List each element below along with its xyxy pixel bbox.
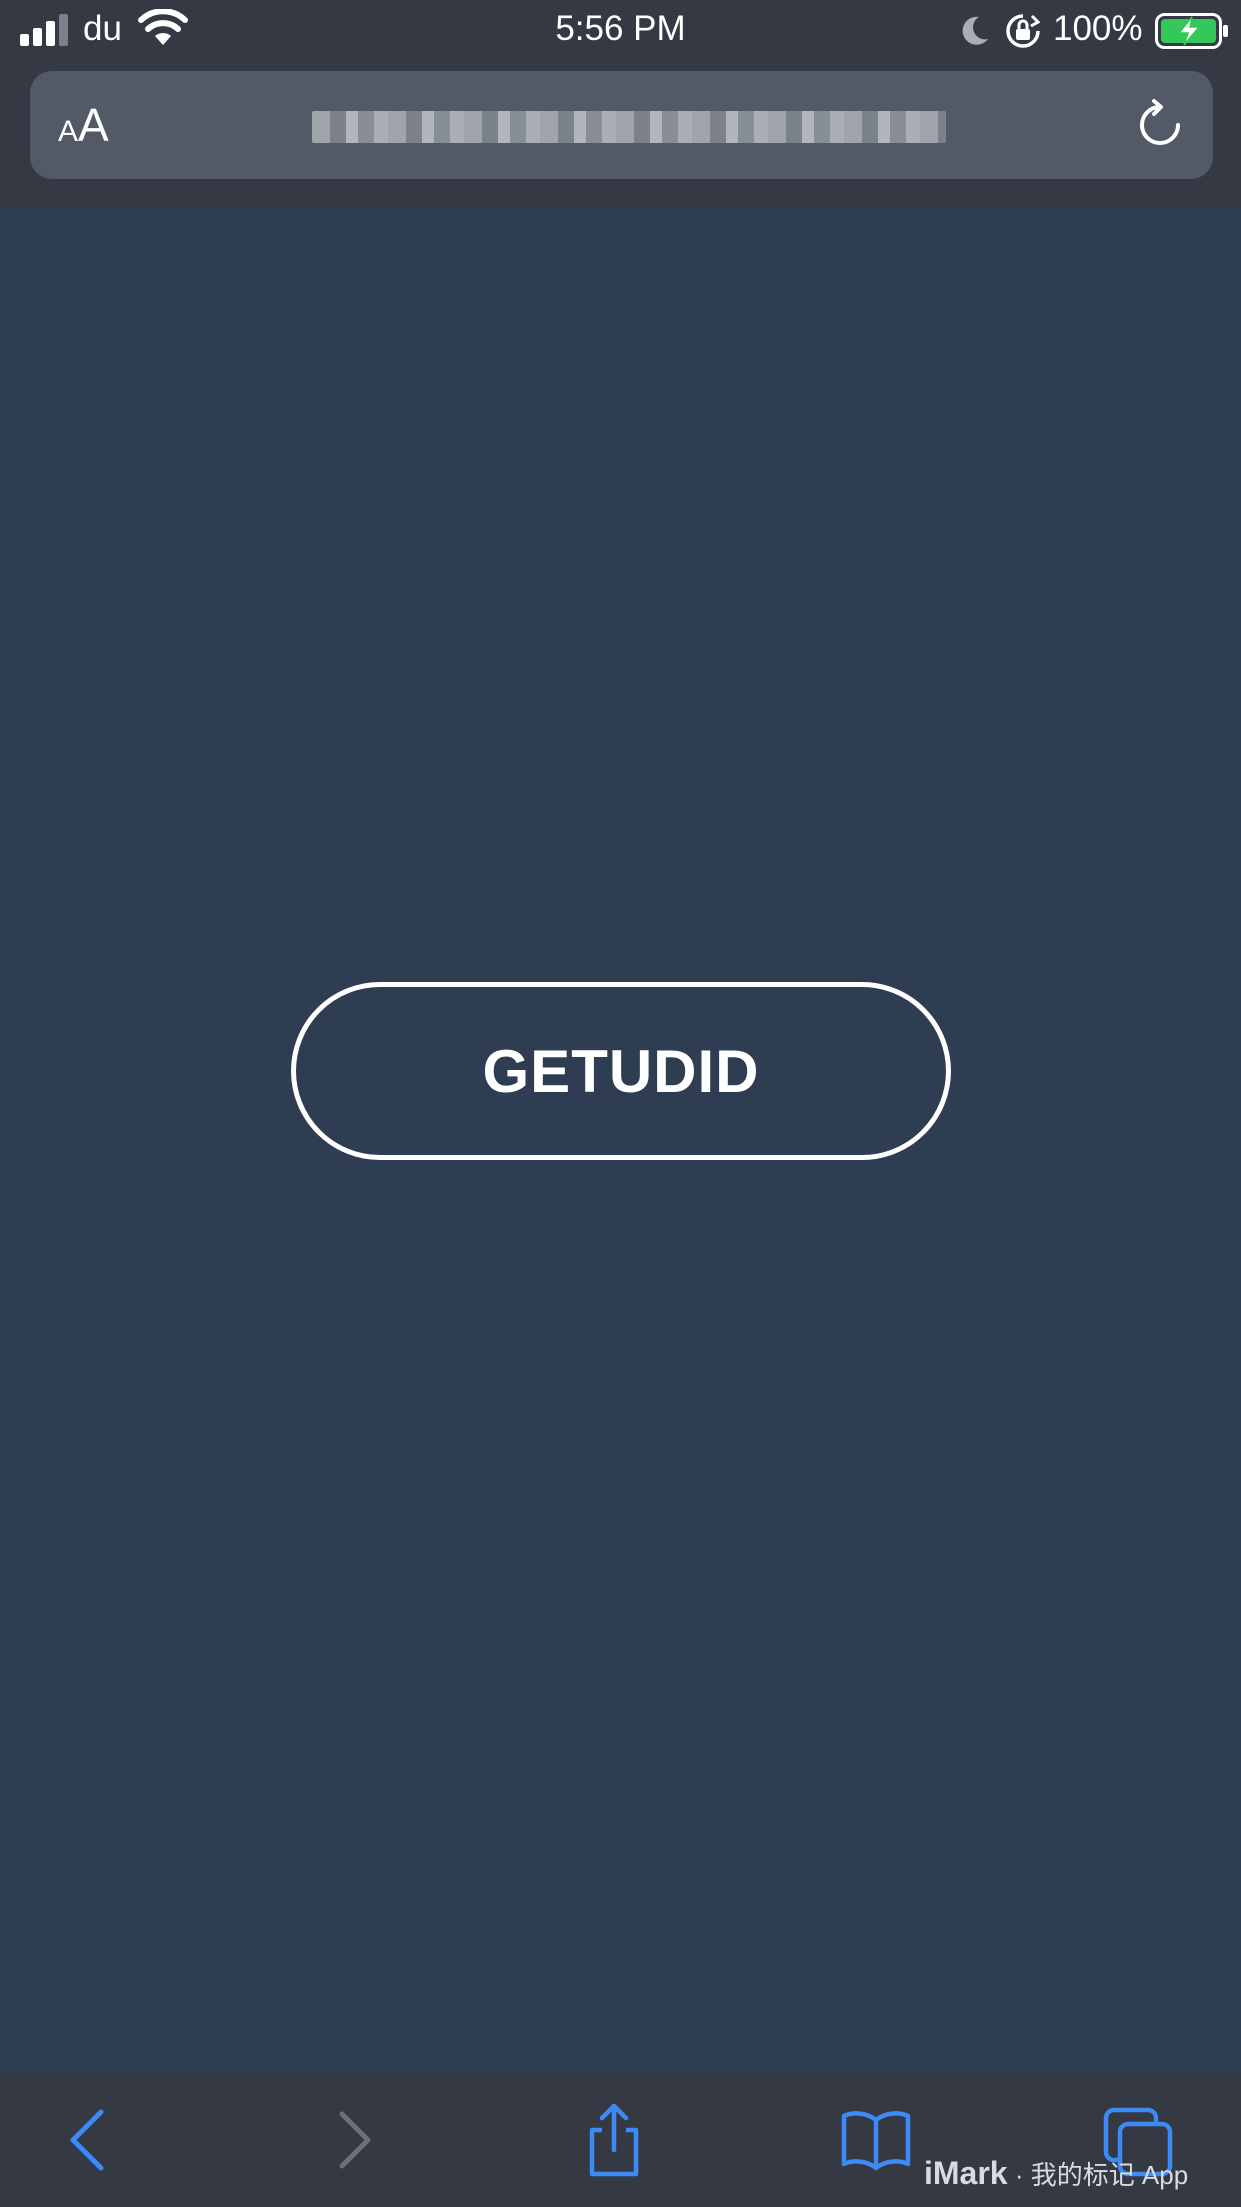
battery-charging-icon: [1155, 13, 1228, 49]
watermark-text: · 我的标记 App: [1014, 2160, 1189, 2190]
text-size-button[interactable]: AA: [58, 101, 128, 149]
forward-icon[interactable]: [314, 2102, 390, 2178]
rotation-lock-icon: [1006, 14, 1041, 48]
status-bar: du 5:56 PM 100%: [0, 0, 1241, 62]
battery-percent: 100%: [1053, 9, 1143, 48]
watermark: iMark · 我的标记 App: [924, 2153, 1188, 2193]
text-size-small-a: A: [58, 115, 79, 148]
text-size-large-a: A: [78, 99, 109, 151]
bookmarks-icon[interactable]: [838, 2102, 914, 2178]
moon-icon: [962, 16, 988, 45]
browser-top-chrome: du 5:56 PM 100% AA: [0, 0, 1241, 208]
watermark-brand: iMark: [924, 2155, 1008, 2191]
reload-icon[interactable]: [1134, 99, 1186, 151]
getudid-button[interactable]: GETUDID: [291, 982, 951, 1160]
screen: du 5:56 PM 100% AA GETUDID iMark · 我的标记 …: [0, 0, 1241, 2207]
back-icon[interactable]: [53, 2102, 129, 2178]
address-bar[interactable]: AA: [30, 71, 1213, 179]
share-icon[interactable]: [576, 2102, 652, 2178]
url-field-blurred[interactable]: [312, 111, 946, 143]
